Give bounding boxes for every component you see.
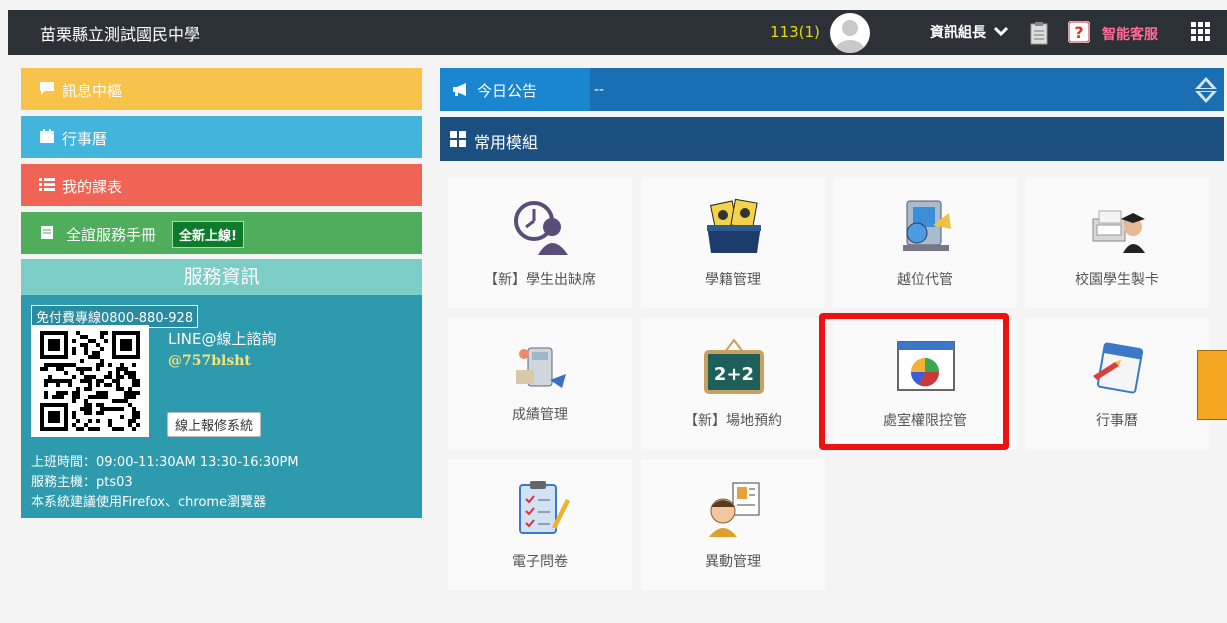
module-survey[interactable]: 電子問卷 bbox=[448, 459, 632, 590]
module-records[interactable]: 學籍管理 bbox=[641, 177, 825, 308]
modules-header: 常用模組 bbox=[440, 117, 1224, 161]
announcement-text[interactable]: -- bbox=[594, 82, 604, 98]
module-attendance[interactable]: 【新】學生出缺席 bbox=[448, 177, 632, 308]
module-label: 電子問卷 bbox=[512, 554, 568, 570]
line-consult-label: LINE@線上諮詢 bbox=[168, 330, 277, 348]
menu-calendar[interactable]: 行事曆 bbox=[21, 116, 422, 158]
service-host: 服務主機：pts03 bbox=[31, 475, 133, 490]
calendar-icon bbox=[40, 129, 54, 143]
venue-icon: 2+2 bbox=[704, 338, 764, 394]
module-student-card[interactable]: 校園學生製卡 bbox=[1025, 177, 1209, 308]
announcement-bar: 今日公告 -- bbox=[440, 68, 1224, 111]
module-calendar[interactable]: 行事曆 bbox=[1025, 318, 1209, 449]
online-repair-button[interactable]: 線上報修系統 bbox=[167, 412, 262, 437]
comment-icon bbox=[40, 82, 54, 95]
grades-icon bbox=[516, 347, 566, 388]
line-qr-code bbox=[31, 325, 149, 437]
transfer-icon bbox=[709, 482, 760, 537]
menu-messages-label: 訊息中樞 bbox=[62, 82, 123, 100]
service-info-panel: 免付費專線0800-880-928 LINE@線上諮詢 @757blsht 線上… bbox=[21, 295, 422, 518]
school-name[interactable]: 苗栗縣立測試國民中學 bbox=[40, 21, 200, 45]
help-icon[interactable]: ? bbox=[1068, 21, 1090, 43]
menu-messages[interactable]: 訊息中樞 bbox=[21, 68, 422, 110]
menu-timetable[interactable]: 我的課表 bbox=[21, 164, 422, 206]
menu-manual-label: 全誼服務手冊 bbox=[66, 226, 157, 244]
highlight-frame bbox=[819, 313, 1009, 450]
menu-timetable-label: 我的課表 bbox=[62, 178, 123, 196]
top-navbar: 苗栗縣立測試國民中學 113(1) 資訊組長 ? 智能客服 bbox=[8, 10, 1227, 55]
student-card-icon bbox=[1092, 210, 1145, 253]
attendance-icon bbox=[514, 201, 568, 255]
svg-text:2+2: 2+2 bbox=[714, 364, 754, 385]
clipboard-icon[interactable] bbox=[1029, 21, 1049, 45]
announcement-label-text: 今日公告 bbox=[477, 82, 538, 100]
list-icon bbox=[39, 178, 55, 191]
proxy-icon bbox=[903, 200, 951, 251]
module-label: 行事曆 bbox=[1096, 413, 1138, 429]
calendar-icon bbox=[1093, 342, 1144, 394]
avatar-icon[interactable] bbox=[830, 13, 870, 53]
term-label[interactable]: 113(1) bbox=[770, 23, 820, 41]
scroll-arrows-icon[interactable] bbox=[1194, 76, 1218, 104]
grid-icon bbox=[450, 131, 466, 147]
service-info-title: 服務資訊 bbox=[21, 259, 422, 295]
menu-service-manual[interactable]: 全誼服務手冊 全新上線! bbox=[21, 212, 422, 254]
survey-icon bbox=[519, 481, 570, 534]
module-label: 校園學生製卡 bbox=[1075, 272, 1159, 288]
module-label: 學籍管理 bbox=[705, 272, 761, 288]
chevron-down-icon[interactable] bbox=[994, 24, 1008, 38]
line-id[interactable]: @757blsht bbox=[168, 353, 251, 369]
role-menu[interactable]: 資訊組長 bbox=[930, 22, 986, 42]
top-strip bbox=[0, 0, 1227, 10]
announcement-label: 今日公告 bbox=[440, 68, 590, 111]
module-proxy[interactable]: 越位代管 bbox=[833, 177, 1017, 308]
module-label: 異動管理 bbox=[705, 554, 761, 570]
module-label: 【新】學生出缺席 bbox=[484, 272, 596, 288]
new-badge: 全新上線! bbox=[172, 221, 244, 248]
records-icon bbox=[707, 198, 761, 253]
modules-title: 常用模組 bbox=[474, 133, 539, 152]
office-hours: 上班時間：09:00-11:30AM 13:30-16:30PM bbox=[31, 455, 299, 470]
bullhorn-icon bbox=[453, 83, 466, 96]
browser-recommendation: 本系統建議使用Firefox、chrome瀏覽器 bbox=[31, 495, 267, 510]
module-label: 成績管理 bbox=[512, 407, 568, 423]
smart-support-link[interactable]: 智能客服 bbox=[1102, 24, 1158, 44]
svg-text:?: ? bbox=[1074, 23, 1083, 42]
grid-menu-icon[interactable] bbox=[1191, 22, 1211, 42]
side-floating-tab[interactable] bbox=[1197, 350, 1227, 420]
menu-calendar-label: 行事曆 bbox=[62, 130, 108, 148]
module-label: 越位代管 bbox=[897, 272, 953, 288]
module-label: 【新】場地預約 bbox=[684, 413, 782, 429]
book-icon bbox=[41, 226, 53, 239]
module-venue[interactable]: 2+2 【新】場地預約 bbox=[641, 318, 825, 449]
module-grades[interactable]: 成績管理 bbox=[448, 318, 632, 449]
module-transfer[interactable]: 異動管理 bbox=[641, 459, 825, 590]
